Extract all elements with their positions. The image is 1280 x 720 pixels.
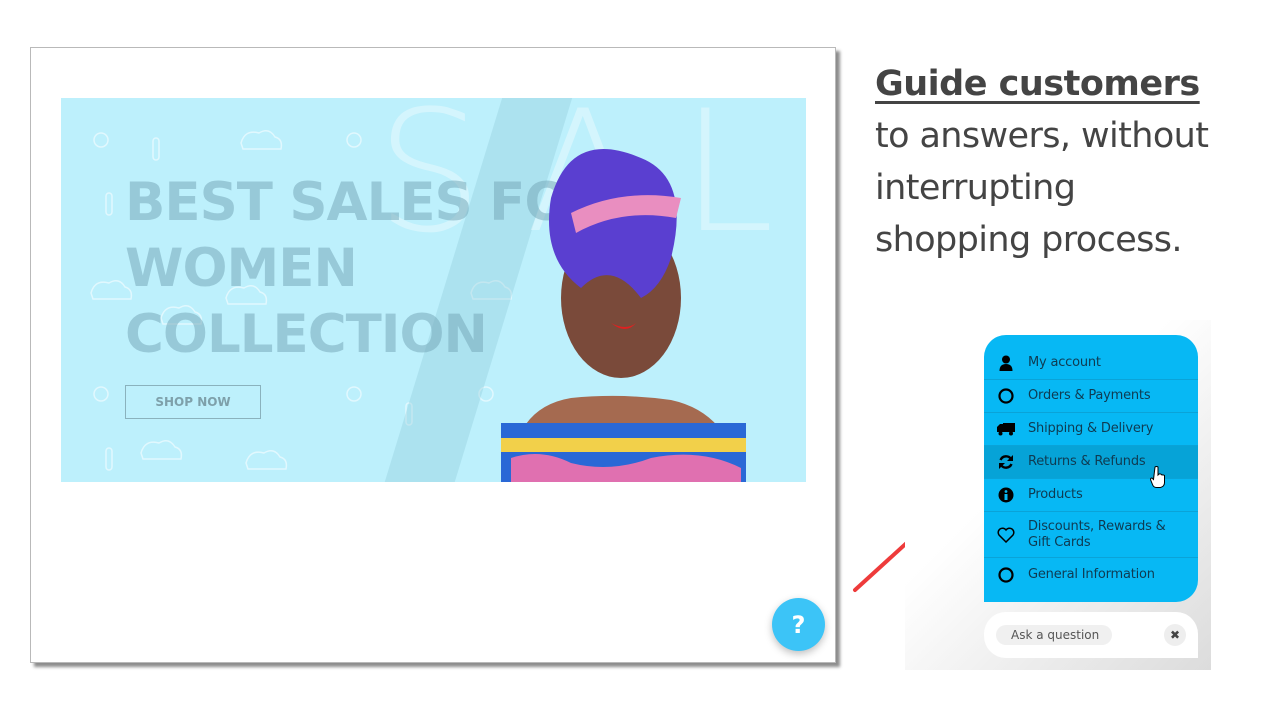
sale-banner: SALE BEST SALES FOR WOMEN COLLECTION SHO… bbox=[61, 98, 806, 482]
menu-item-label: Orders & Payments bbox=[1028, 388, 1151, 403]
refresh-icon bbox=[996, 453, 1016, 471]
menu-item-label: Returns & Refunds bbox=[1028, 454, 1146, 469]
model-photo bbox=[501, 149, 746, 482]
menu-item-discounts-rewards[interactable]: Discounts, Rewards & Gift Cards bbox=[984, 512, 1198, 558]
menu-item-shipping-delivery[interactable]: Shipping & Delivery bbox=[984, 413, 1198, 446]
menu-item-my-account[interactable]: My account bbox=[984, 347, 1198, 380]
menu-item-label: My account bbox=[1028, 355, 1101, 370]
website-mockup-frame: SALE BEST SALES FOR WOMEN COLLECTION SHO… bbox=[30, 47, 836, 663]
heart-icon bbox=[996, 526, 1016, 544]
info-icon bbox=[996, 486, 1016, 504]
menu-item-orders-payments[interactable]: Orders & Payments bbox=[984, 380, 1198, 413]
promo-line-3: shopping process. bbox=[875, 220, 1183, 260]
promo-line-2: interrupting bbox=[875, 168, 1076, 208]
circle-icon bbox=[996, 566, 1016, 584]
menu-item-label: General Information bbox=[1028, 566, 1155, 582]
ask-question-bar: ✖ bbox=[984, 612, 1198, 658]
shop-now-button[interactable]: SHOP NOW bbox=[125, 385, 261, 419]
help-button[interactable]: ? bbox=[772, 598, 825, 651]
promo-headline: Guide customers bbox=[875, 64, 1200, 104]
question-icon: ? bbox=[791, 610, 806, 639]
menu-item-general-information[interactable]: General Information bbox=[984, 558, 1198, 591]
hand-pointer-cursor bbox=[1150, 466, 1165, 488]
circle-icon bbox=[996, 387, 1016, 405]
menu-item-label: Shipping & Delivery bbox=[1028, 421, 1154, 436]
menu-item-label: Products bbox=[1028, 487, 1083, 502]
promo-line-1: to answers, without bbox=[875, 116, 1209, 156]
close-button[interactable]: ✖ bbox=[1164, 624, 1186, 646]
ask-question-input[interactable] bbox=[996, 625, 1112, 645]
truck-icon bbox=[996, 420, 1016, 438]
close-icon: ✖ bbox=[1169, 628, 1181, 642]
promo-text: Guide customers to answers, without inte… bbox=[875, 58, 1255, 266]
user-icon bbox=[996, 354, 1016, 372]
menu-item-label: Discounts, Rewards & Gift Cards bbox=[1028, 518, 1166, 550]
